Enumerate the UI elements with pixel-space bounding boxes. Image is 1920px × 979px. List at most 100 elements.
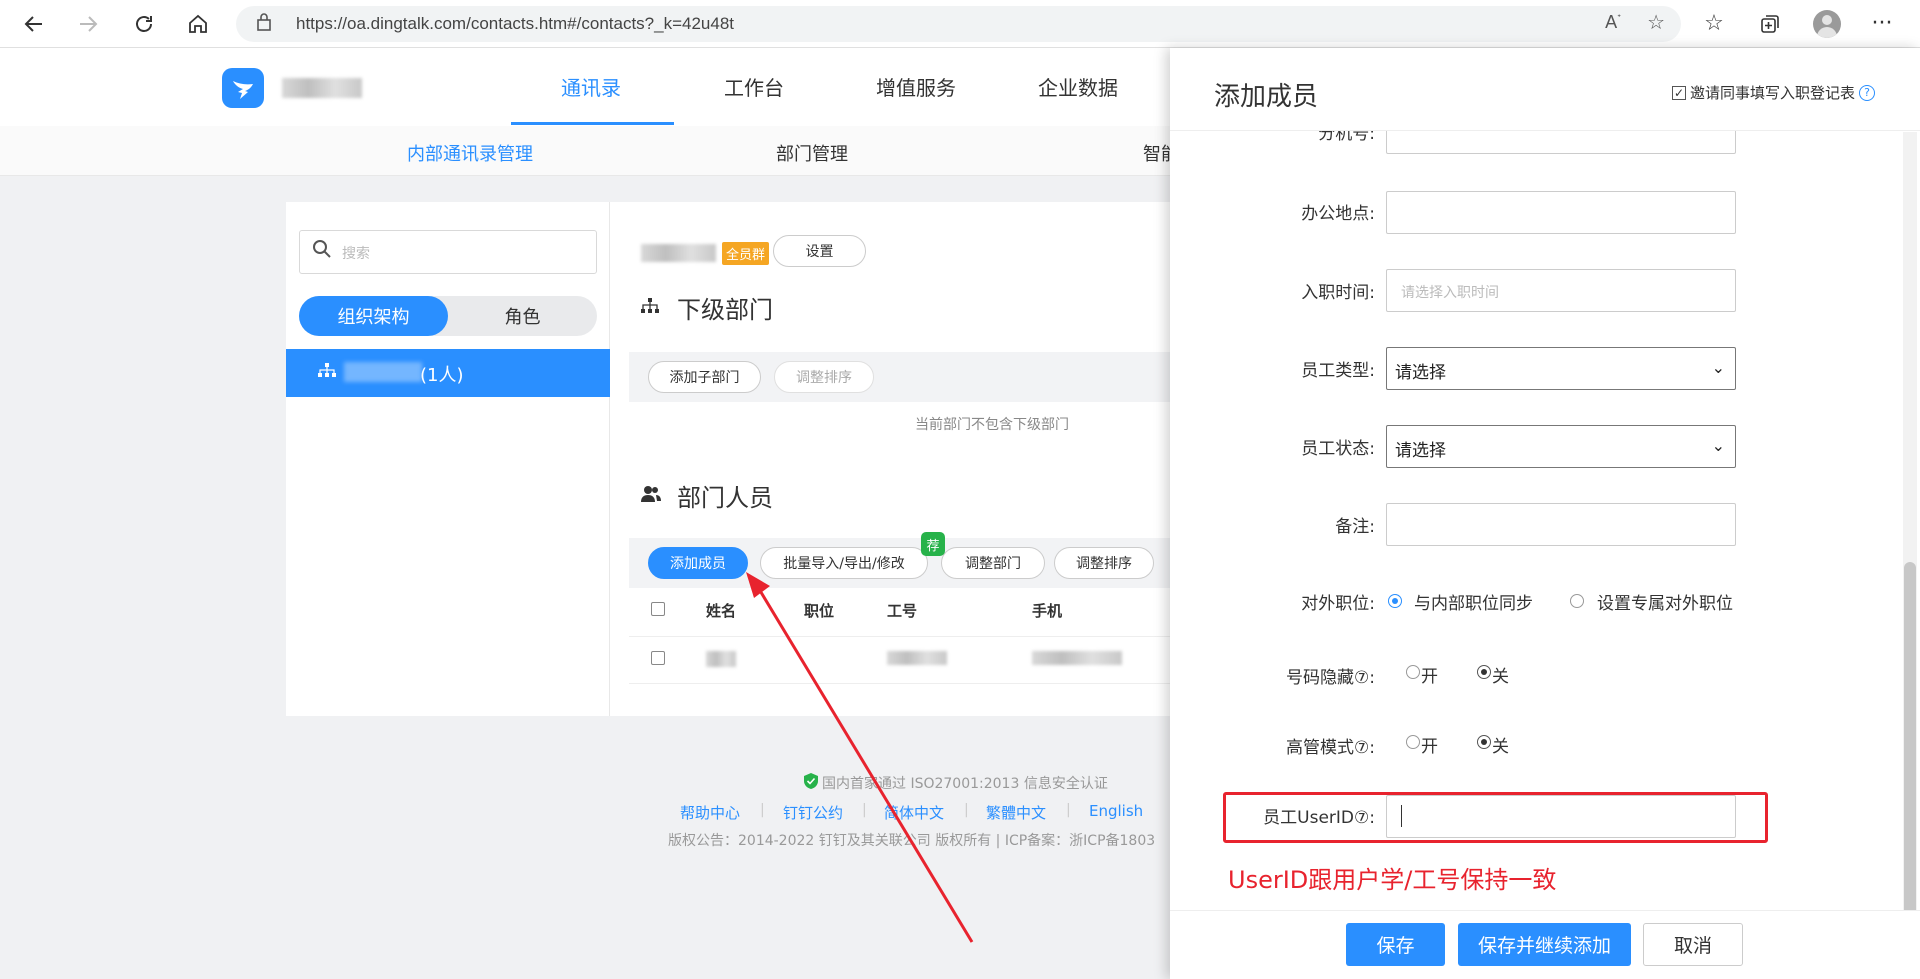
back-icon[interactable] [18, 8, 50, 40]
read-aloud-icon[interactable]: Aᐩ [1605, 12, 1621, 33]
subtab-dept-management[interactable]: 部门管理 [776, 140, 848, 166]
executive-mode-on-label[interactable]: 开 [1421, 732, 1438, 757]
panel-scrollbar[interactable] [1903, 132, 1917, 960]
annotation-highlight-box [1223, 792, 1768, 843]
dept-title-blurred [641, 244, 716, 262]
cancel-button[interactable]: 取消 [1643, 923, 1743, 966]
nav-tab-contacts[interactable]: 通讯录 [561, 72, 621, 101]
employee-status-label: 员工状态: [1301, 439, 1375, 459]
home-icon[interactable] [182, 8, 214, 40]
collections-icon[interactable] [1754, 8, 1786, 40]
browser-toolbar: https://oa.dingtalk.com/contacts.htm#/co… [0, 0, 1920, 48]
chevron-down-icon: ⌄ [1711, 358, 1725, 377]
dept-name-blurred [344, 362, 422, 382]
member-phone-blurred [1032, 651, 1122, 665]
column-phone: 手机 [1032, 602, 1063, 620]
hire-date-input[interactable]: 请选择入职时间 [1386, 269, 1736, 312]
all-member-group-tag[interactable]: 全员群 [722, 242, 770, 265]
nav-tab-value-added[interactable]: 增值服务 [876, 72, 956, 101]
org-tree-icon [318, 363, 336, 381]
more-icon[interactable]: ··· [1866, 8, 1898, 40]
hide-number-off-radio[interactable] [1477, 665, 1491, 679]
help-icon[interactable]: ? [1859, 84, 1876, 101]
dept-settings-button[interactable]: 设置 [773, 235, 866, 267]
sub-dept-icon [641, 298, 659, 318]
url-text[interactable]: https://oa.dingtalk.com/contacts.htm#/co… [296, 14, 734, 34]
executive-mode-on-radio[interactable] [1406, 735, 1420, 749]
hide-number-label: 号码隐藏⑦: [1286, 668, 1375, 688]
extension-label: 分机号: [1318, 131, 1375, 144]
add-member-button[interactable]: 添加成员 [648, 547, 748, 579]
search-icon [312, 239, 332, 264]
no-sub-dept-text: 当前部门不包含下级部门 [915, 417, 1069, 433]
invite-label: 邀请同事填写入职登记表 [1690, 84, 1856, 102]
select-all-checkbox[interactable] [651, 602, 665, 616]
external-position-label: 对外职位: [1301, 594, 1375, 614]
ext-pos-sync-radio[interactable] [1388, 594, 1402, 608]
annotation-arrow [746, 572, 974, 943]
hire-date-label: 入职时间: [1301, 283, 1375, 303]
nav-tab-workbench[interactable]: 工作台 [724, 72, 784, 101]
sub-dept-sort-button[interactable]: 调整排序 [774, 361, 874, 393]
column-name: 姓名 [706, 602, 737, 620]
address-bar[interactable]: https://oa.dingtalk.com/contacts.htm#/co… [236, 6, 1681, 42]
office-input[interactable] [1386, 191, 1736, 234]
sub-dept-heading: 下级部门 [677, 296, 773, 324]
contacts-card: 搜索 组织架构 角色 (1人) 全员群 设置 下级部门 添加子部门 调整排序 当… [286, 202, 1176, 716]
add-member-panel: 添加成员 ✓ 邀请同事填写入职登记表 ? 分机号: 办公地点: 入职时间: 请选… [1170, 48, 1920, 979]
add-sub-dept-button[interactable]: 添加子部门 [648, 361, 761, 393]
employee-status-value: 请选择 [1395, 441, 1446, 461]
employee-type-select[interactable]: 请选择 ⌄ [1386, 347, 1736, 390]
hide-number-off-label[interactable]: 关 [1492, 662, 1509, 687]
extension-input[interactable] [1386, 131, 1736, 154]
forward-icon[interactable] [72, 8, 104, 40]
dept-tree-item[interactable]: (1人) [286, 349, 610, 397]
invite-checkbox[interactable]: ✓ [1672, 85, 1686, 100]
ext-pos-custom-radio[interactable] [1570, 594, 1584, 608]
employee-status-select[interactable]: 请选择 ⌄ [1386, 425, 1736, 468]
remark-input[interactable] [1386, 503, 1736, 546]
ext-pos-sync-label[interactable]: 与内部职位同步 [1414, 589, 1533, 614]
invite-registration-option[interactable]: ✓ 邀请同事填写入职登记表 ? [1672, 82, 1876, 103]
org-tree-pane: 搜索 组织架构 角色 (1人) [286, 202, 610, 716]
remark-label: 备注: [1335, 517, 1375, 537]
lock-icon [256, 12, 272, 37]
adjust-sort-button[interactable]: 调整排序 [1054, 547, 1154, 579]
tab-roles[interactable]: 角色 [448, 296, 597, 336]
recommended-badge: 荐 [921, 532, 945, 556]
refresh-icon[interactable] [128, 8, 160, 40]
ext-pos-custom-label[interactable]: 设置专属对外职位 [1597, 589, 1733, 614]
footer-link-english[interactable]: English [1089, 802, 1143, 820]
search-placeholder: 搜索 [342, 246, 370, 262]
employee-type-label: 员工类型: [1301, 361, 1375, 381]
chevron-down-icon: ⌄ [1711, 436, 1725, 455]
hide-number-on-label[interactable]: 开 [1421, 662, 1438, 687]
executive-mode-off-label[interactable]: 关 [1492, 732, 1509, 757]
subtab-internal-contacts[interactable]: 内部通讯录管理 [407, 140, 533, 166]
save-button[interactable]: 保存 [1346, 923, 1445, 966]
members-heading: 部门人员 [677, 484, 773, 512]
favorites-icon[interactable]: ☆ [1698, 8, 1730, 40]
member-name-blurred [706, 651, 736, 667]
search-box[interactable]: 搜索 [299, 230, 597, 274]
tab-org-structure[interactable]: 组织架构 [299, 296, 448, 336]
dingtalk-logo-icon [222, 68, 264, 108]
annotation-text: UserID跟用户学/工号保持一致 [1228, 866, 1557, 894]
employee-type-value: 请选择 [1395, 363, 1446, 383]
footer-link-traditional-chinese[interactable]: 繁體中文 [986, 802, 1046, 823]
save-and-continue-button[interactable]: 保存并继续添加 [1458, 923, 1631, 966]
view-toggle: 组织架构 角色 [299, 296, 597, 336]
profile-avatar[interactable] [1813, 10, 1841, 38]
org-name-blurred [282, 78, 362, 98]
scrollbar-thumb[interactable] [1904, 562, 1916, 956]
panel-footer: 保存 保存并继续添加 取消 [1170, 910, 1920, 979]
members-icon [641, 485, 661, 507]
footer-link-help[interactable]: 帮助中心 [680, 802, 740, 823]
hide-number-on-radio[interactable] [1406, 665, 1420, 679]
executive-mode-off-radio[interactable] [1477, 735, 1491, 749]
favorite-add-icon[interactable]: ☆ [1647, 10, 1665, 34]
nav-tab-enterprise-data[interactable]: 企业数据 [1038, 72, 1118, 101]
footer-separator: | [1066, 802, 1071, 818]
hire-date-placeholder: 请选择入职时间 [1401, 285, 1499, 301]
row-checkbox[interactable] [651, 651, 665, 665]
